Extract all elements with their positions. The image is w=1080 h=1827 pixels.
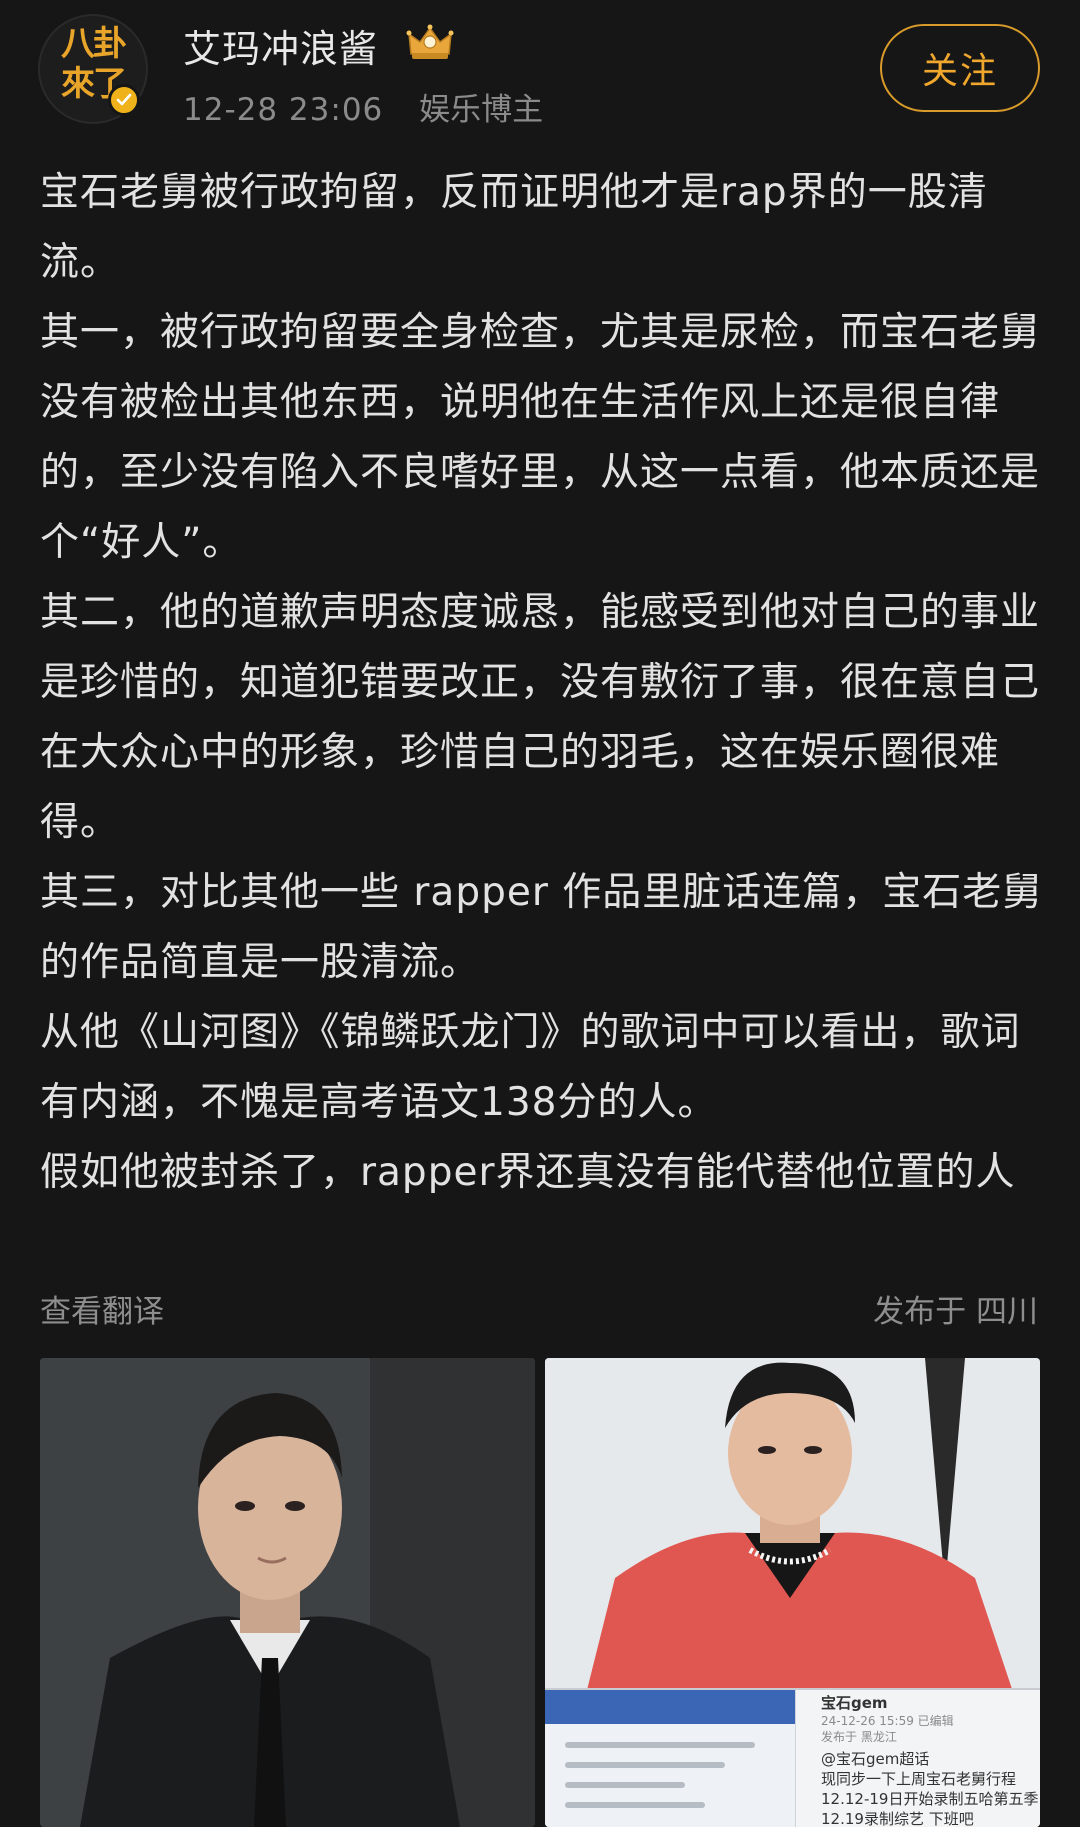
post-image-1[interactable] — [40, 1358, 535, 1827]
post-paragraph: 其三，对比其他一些 rapper 作品里脏话连篇，宝石老舅的作品简直是一股清流。 — [40, 870, 1043, 985]
police-notice-thumbnail — [545, 1690, 796, 1827]
weibo-screenshot: 宝石gem 24-12-26 15:59 已编辑 发布于 黑龙江 @宝石gem超… — [795, 1690, 1040, 1827]
notice-header-bar — [545, 1690, 795, 1724]
embedded-screenshot: 宝石gem 24-12-26 15:59 已编辑 发布于 黑龙江 @宝石gem超… — [545, 1688, 1040, 1827]
screenshot-line: 现同步一下上周宝石老舅行程 — [821, 1770, 1017, 1788]
notice-row — [565, 1802, 705, 1808]
view-translation-link[interactable]: 查看翻译 — [40, 1286, 164, 1331]
post-paragraph: 假如他被封杀了，rapper界还真没有能代替他位置的人 — [40, 1150, 1016, 1195]
screenshot-line: 12.12-19日开始录制五哈第五季 — [821, 1790, 1039, 1808]
notice-row — [565, 1762, 725, 1768]
post-paragraph: 其一，被行政拘留要全身检查，尤其是尿检，而宝石老舅没有被检出其他东西，说明他在生… — [40, 310, 1041, 565]
notice-row — [565, 1742, 755, 1748]
follow-button[interactable]: 关注 — [880, 24, 1040, 112]
screenshot-account: 宝石gem — [821, 1694, 888, 1712]
post-paragraph: 其二，他的道歉声明态度诚恳，能感受到他对自己的事业是珍惜的，知道犯错要改正，没有… — [40, 590, 1041, 845]
user-role: 娱乐博主 — [419, 92, 544, 128]
screenshot-line: 12.19录制综艺 下班吧 — [821, 1810, 974, 1827]
post-image-2[interactable]: 宝石gem 24-12-26 15:59 已编辑 发布于 黑龙江 @宝石gem超… — [545, 1358, 1040, 1827]
post-meta: 12-28 23:06 娱乐博主 — [183, 84, 543, 129]
post-location: 发布于 四川 — [873, 1294, 1038, 1330]
post-body: 宝石老舅被行政拘留，反而证明他才是rap界的一股清流。 其一，被行政拘留要全身检… — [40, 158, 1045, 1208]
notice-row — [565, 1782, 685, 1788]
post-paragraph: 宝石老舅被行政拘留，反而证明他才是rap界的一股清流。 — [40, 170, 988, 285]
screenshot-from: 发布于 黑龙江 — [821, 1730, 897, 1744]
avatar-text-line1: 八卦 — [61, 24, 127, 64]
stage-photo — [545, 1358, 1040, 1698]
post-paragraph: 从他《山河图》《锦鳞跃龙门》的歌词中可以看出，歌词有内涵，不愧是高考语文138分… — [40, 1010, 1021, 1125]
crown-icon — [406, 24, 454, 59]
portrait-photo — [40, 1358, 535, 1827]
username[interactable]: 艾玛冲浪酱 — [183, 18, 378, 73]
verified-badge-icon — [108, 84, 140, 116]
screenshot-date: 24-12-26 15:59 已编辑 — [821, 1714, 954, 1728]
screenshot-line: @宝石gem超话 — [821, 1750, 930, 1768]
post-header: 八卦 來了 艾玛冲浪酱 12-28 23:06 娱乐博主 关注 — [0, 0, 1080, 150]
post-timestamp: 12-28 23:06 — [183, 92, 384, 128]
